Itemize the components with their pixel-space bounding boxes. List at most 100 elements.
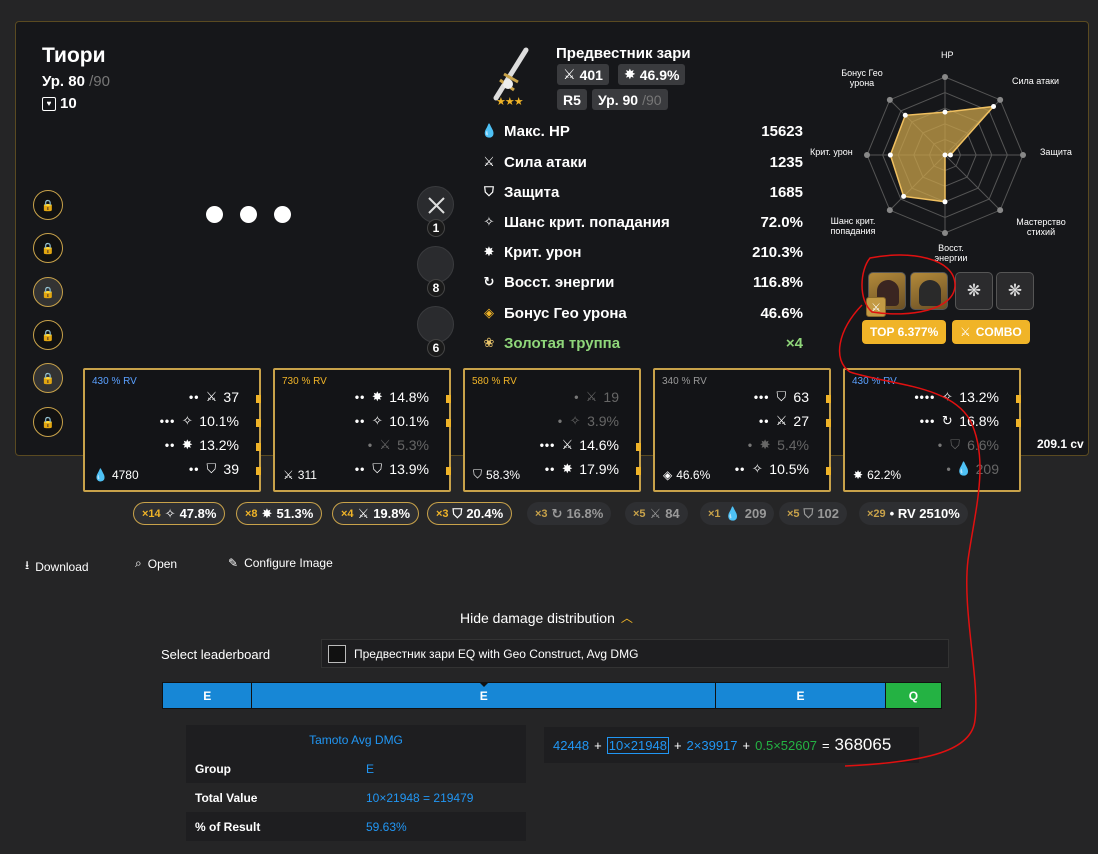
top-rank-badge[interactable]: TOP 6.377%: [862, 320, 947, 344]
weapon-mini-icon: ⚔: [866, 297, 886, 317]
talent-burst[interactable]: [417, 306, 454, 343]
radar-axis-end: [886, 207, 893, 214]
radar-point: [902, 112, 908, 118]
substat-value: 5.4%: [777, 437, 809, 453]
radar-axis-end: [886, 96, 893, 103]
tooltip-key: % of Result: [195, 819, 261, 834]
roll-chip: ×3 ⛉ 20.4%: [427, 502, 513, 525]
sword-icon: ⚔: [960, 325, 971, 339]
artifact-substat: •• ✧ 10.1%: [355, 413, 429, 429]
crit-rate-icon: ✧: [164, 505, 176, 521]
geo-icon: ◈: [484, 305, 494, 320]
tooltip-value: E: [366, 761, 375, 776]
leaderboard-checkbox[interactable]: [328, 644, 346, 663]
stat-atk: ⚔ Сила атаки 1235: [481, 152, 803, 172]
constellation-lock-4[interactable]: 🔒: [33, 320, 63, 350]
crit-dmg-icon: ✸: [371, 389, 383, 404]
formula-term-highlighted: 10×21948: [606, 736, 669, 754]
constellation-lock-5[interactable]: 🔒: [33, 363, 63, 393]
artifact-substat: • ✸ 5.4%: [748, 437, 809, 453]
combo-text: COMBO: [975, 325, 1022, 339]
substat-value: 10.5%: [769, 461, 809, 477]
radar-label-def: Защита: [1040, 147, 1072, 157]
atk-pct-icon: ⚔: [357, 505, 370, 521]
stat-geo-bonus: ◈ Бонус Гео урона 46.6%: [481, 303, 803, 323]
damage-segment[interactable]: E: [716, 683, 886, 708]
avatar-zhongli[interactable]: [910, 272, 948, 310]
weapon-substat: ✸ 46.9%: [618, 64, 686, 85]
download-button[interactable]: ⭳ Download: [25, 556, 89, 577]
stat-value: 72.0%: [760, 213, 803, 231]
artifact-card[interactable]: 430 % RV •• ⚔ 37 ••• ✧ 10.1% •• ✸ 13.2% …: [83, 368, 261, 492]
artifact-card[interactable]: 340 % RV ••• ⛉ 63 •• ⚔ 27 • ✸ 5.4% •• ✧ …: [653, 368, 831, 492]
constellation-lock-1[interactable]: 🔒: [33, 190, 63, 220]
substat-value: 39: [223, 461, 239, 477]
constellation-lock-2[interactable]: 🔒: [33, 233, 63, 263]
substat-value: 63: [793, 389, 809, 405]
substat-rolls: •: [946, 462, 952, 476]
radar-axis-end: [864, 152, 870, 158]
radar-point: [942, 152, 948, 158]
hp-icon: 💧: [93, 468, 108, 482]
artifact-card[interactable]: 580 % RV • ⚔ 19 • ✧ 3.9% ••• ⚔ 14.6% •• …: [463, 368, 641, 492]
radar-label-em: Мастерство стихий: [1016, 217, 1066, 237]
substat-value: 27: [793, 413, 809, 429]
substat-value: 13.9%: [389, 461, 429, 477]
def-icon: ⛉: [484, 184, 494, 199]
search-icon: ⌕: [135, 556, 142, 570]
radar-label-hp: HP: [941, 50, 954, 60]
talent-normal-attack[interactable]: [417, 186, 454, 223]
portrait: [919, 280, 941, 306]
constellation-lock-3[interactable]: 🔒: [33, 277, 63, 307]
substat-marker: [446, 419, 451, 427]
substat-rolls: •: [747, 438, 754, 452]
hide-damage-distribution-toggle[interactable]: Hide damage distribution ︿: [460, 609, 633, 626]
tooltip-value: 10×21948 = 219479: [366, 790, 474, 805]
damage-segment[interactable]: E: [163, 683, 253, 708]
roll-value: 16.8%: [566, 506, 604, 521]
damage-segment[interactable]: Q: [885, 683, 941, 708]
roll-value: 102: [817, 506, 840, 521]
def-pct-icon: ⛉: [950, 437, 960, 452]
open-button[interactable]: ⌕ Open: [135, 556, 177, 571]
roll-value: 209: [744, 506, 767, 521]
substat-value: 6.6%: [967, 437, 999, 453]
roll-chip: ×5 ⛉ 102: [779, 502, 848, 525]
roll-count: ×8: [245, 507, 258, 520]
stat-label: Бонус Гео урона: [504, 304, 627, 322]
talent-skill[interactable]: [417, 246, 454, 283]
artifact-card[interactable]: 730 % RV •• ✸ 14.8% •• ✧ 10.1% • ⚔ 5.3% …: [273, 368, 451, 492]
atk-icon: ⚔: [775, 413, 788, 428]
hp-icon: 💧: [724, 505, 741, 521]
weapon-level-max: /90: [642, 91, 662, 108]
damage-formula: 42448 + 10×21948 + 2×39917 + 0.5×52607 =…: [544, 727, 919, 763]
friendship-icon: ♥: [42, 96, 56, 111]
damage-tooltip: Tamoto Avg DMG Group E Total Value 10×2194…: [186, 725, 526, 841]
radar-axis-end: [997, 207, 1004, 214]
loading-dot: [274, 206, 291, 223]
stat-def: ⛉ Защита 1685: [481, 182, 803, 202]
artifact-substat: •• ✸ 13.2%: [165, 437, 239, 453]
constellation-lock-6[interactable]: 🔒: [33, 407, 63, 437]
refinement-value: R5: [563, 91, 581, 108]
radar-point: [942, 199, 948, 205]
artifact-card[interactable]: 430 % RV •••• ✧ 13.2% ••• ↻ 16.8% • ⛉ 6.…: [843, 368, 1021, 492]
substat-marker: [826, 467, 831, 475]
substat-marker: [1016, 419, 1021, 427]
character-level: Ур. 80 /90: [42, 73, 110, 90]
crit-dmg-icon: ✸: [483, 244, 495, 259]
substat-value: 14.8%: [389, 389, 429, 405]
avatar-slot-empty-2[interactable]: ❋: [996, 272, 1034, 310]
loading-dot: [240, 206, 257, 223]
artifact-substat: ••• ⛉ 63: [754, 389, 809, 405]
brush-icon: ✎: [228, 556, 239, 570]
radar-label-er: Восст. энергии: [934, 243, 968, 263]
artifact-substat: • 💧 209: [946, 461, 999, 477]
artifact-rv: 340 % RV: [662, 376, 707, 387]
avatar-slot-empty-1[interactable]: ❋: [955, 272, 993, 310]
leaderboard-select[interactable]: Предвестник зари EQ with Geo Construct, …: [321, 639, 949, 668]
artifact-substat: •• ⛉ 39: [189, 461, 239, 477]
configure-image-button[interactable]: ✎ Configure Image: [228, 556, 333, 570]
combo-badge[interactable]: ⚔ COMBO: [952, 320, 1030, 344]
substat-rolls: ••: [189, 462, 200, 476]
